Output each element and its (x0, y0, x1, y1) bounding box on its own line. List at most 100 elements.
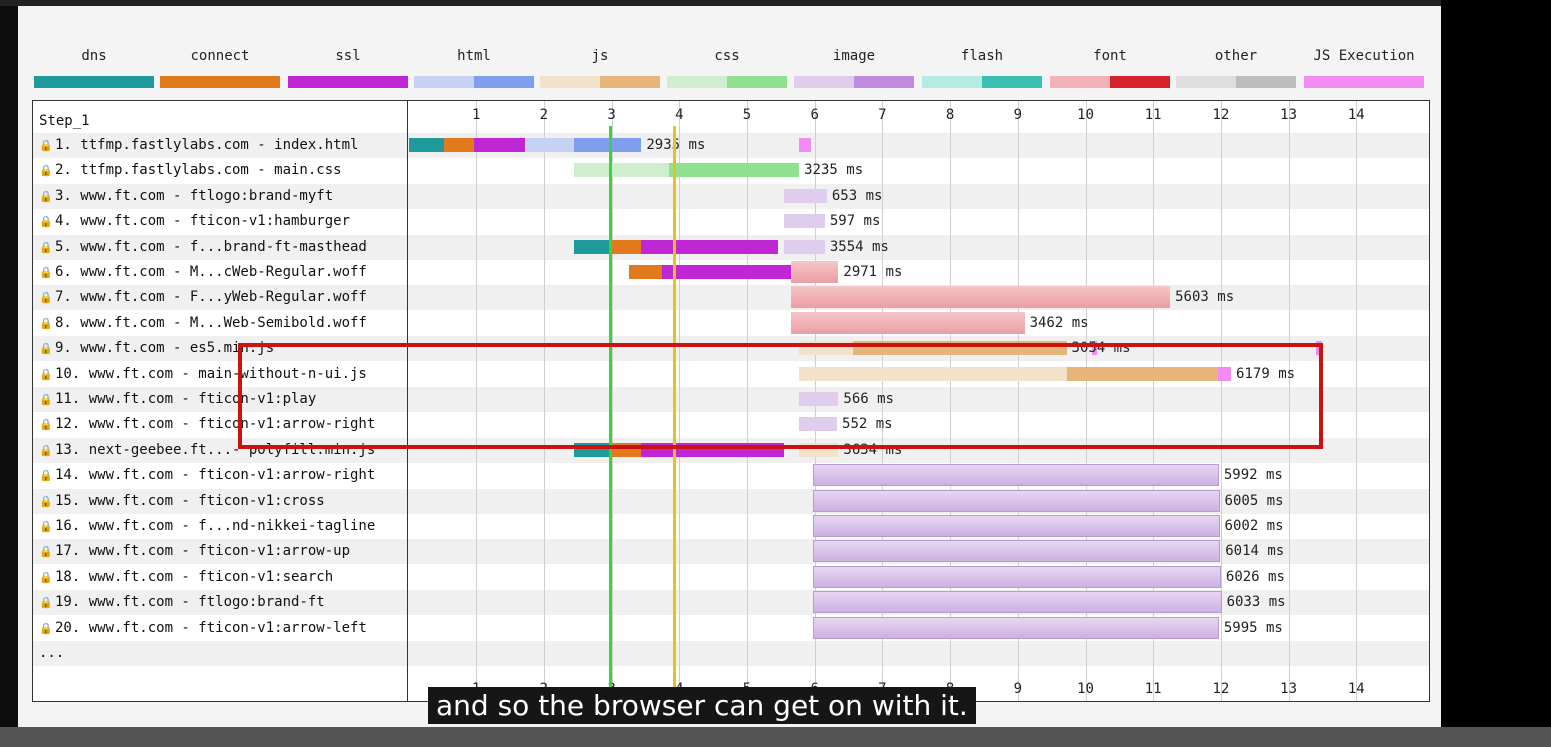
request-duration: 653 ms (831, 187, 883, 204)
request-duration: 3235 ms (804, 162, 864, 179)
lock-icon: 🔒 (39, 291, 53, 305)
axis-tick-top: 10 (1077, 107, 1094, 123)
more-requests[interactable]: ... (39, 641, 64, 666)
request-row-label[interactable]: 🔒 18. www.ft.com - fticon-v1:search (39, 565, 333, 590)
request-row-label[interactable]: 🔒 17. www.ft.com - fticon-v1:arrow-up (39, 539, 350, 564)
request-label-text: 15. www.ft.com - fticon-v1:cross (55, 492, 325, 509)
axis-tick-top: 11 (1144, 107, 1162, 123)
lock-icon: 🔒 (39, 494, 53, 508)
legend-swatch-css (667, 76, 727, 88)
timing-bar-segment (669, 163, 800, 178)
lock-icon: 🔒 (39, 443, 53, 457)
axis-tick-bottom: 9 (1013, 681, 1023, 697)
request-row-label[interactable]: 🔒 2. ttfmp.fastlylabs.com - main.css (39, 158, 342, 183)
request-row-label[interactable]: 🔒 8. www.ft.com - M...Web-Semibold.woff (39, 311, 367, 336)
axis-tick-bottom: 13 (1280, 681, 1298, 697)
legend: dns connect ssl html js css image flash font othe… (18, 6, 1441, 101)
lock-icon: 🔒 (39, 418, 53, 432)
timing-bar-segment (574, 239, 610, 254)
timing-bar-segment (791, 286, 1171, 309)
request-label-text: 16. www.ft.com - f...nd-nikkei-tagline (55, 518, 376, 534)
lock-icon: 🔒 (39, 316, 53, 330)
lock-icon: 🔒 (39, 215, 53, 229)
request-row-label[interactable]: 🔒 6. www.ft.com - M...cWeb-Regular.woff (39, 260, 367, 285)
lock-icon: 🔒 (39, 189, 53, 203)
request-row-label[interactable]: 🔒 4. www.ft.com - fticon-v1:hamburger (39, 209, 350, 234)
legend-swatch-flash (922, 76, 982, 88)
legend-swatch-connect (160, 76, 280, 88)
lock-icon: 🔒 (39, 469, 53, 483)
request-label-text: 4. www.ft.com - fticon-v1:hamburger (55, 213, 351, 230)
request-duration: 2935 ms (646, 137, 706, 153)
timing-bar-segment (812, 489, 1220, 512)
lock-icon: 🔒 (39, 266, 53, 279)
lock-icon: 🔒 (39, 596, 53, 610)
axis-tick-bottom: 14 (1347, 681, 1365, 697)
axis-tick-top: 3 (607, 107, 616, 123)
legend-swatch-ssl (288, 76, 408, 88)
request-duration: 6033 ms (1226, 594, 1286, 611)
request-duration: 597 ms (829, 213, 881, 230)
request-duration: 3554 ms (829, 238, 889, 255)
request-duration: 3462 ms (1029, 314, 1089, 331)
legend-swatch-css (727, 76, 787, 88)
request-row-label[interactable]: 🔒 20. www.ft.com - fticon-v1:arrow-left (39, 616, 367, 641)
request-duration: 6002 ms (1224, 518, 1284, 534)
legend-swatch-image (854, 76, 914, 88)
axis-tick-top: 12 (1212, 107, 1230, 123)
timing-bar-segment (784, 214, 825, 229)
timing-bar-segment (524, 138, 575, 152)
request-label-text: 3. www.ft.com - ftlogo:brand-myft (55, 187, 334, 204)
axis-tick-top: 9 (1013, 107, 1023, 123)
request-row-label[interactable]: 🔒 15. www.ft.com - fticon-v1:cross (39, 489, 325, 514)
request-row-label[interactable]: 🔒 5. www.ft.com - f...brand-ft-masthead (39, 235, 367, 260)
legend-label-connect: connect (190, 48, 250, 64)
request-label-text: 1. ttfmp.fastlylabs.com - index.html (55, 137, 359, 153)
step-label: Step_1 (39, 113, 90, 129)
request-label-text: 8. www.ft.com - M...Web-Semibold.woff (55, 314, 367, 331)
request-duration: 2971 ms (843, 264, 903, 280)
request-row-label[interactable]: 🔒 16. www.ft.com - f...nd-nikkei-tagline (39, 514, 375, 539)
legend-swatch-other (1236, 76, 1296, 88)
legend-swatch-html (414, 76, 474, 88)
request-row-label[interactable]: 🔒 1. ttfmp.fastlylabs.com - index.html (39, 133, 358, 158)
timing-bar-segment (641, 239, 779, 254)
timing-bar-segment (791, 311, 1025, 334)
legend-swatch-js-execution (1304, 76, 1424, 88)
request-label-text: 7. www.ft.com - F...yWeb-Regular.woff (55, 289, 367, 306)
legend-swatch-js (540, 76, 600, 88)
request-duration: 6014 ms (1225, 543, 1285, 560)
legend-label-ssl: ssl (335, 48, 361, 64)
lock-icon: 🔒 (39, 545, 53, 559)
axis-tick-top: 13 (1280, 107, 1298, 123)
axis-tick-top: 14 (1347, 107, 1365, 123)
request-row-label[interactable]: 🔒 7. www.ft.com - F...yWeb-Regular.woff (39, 285, 367, 310)
lock-icon: 🔒 (39, 164, 53, 178)
request-duration: 5603 ms (1175, 289, 1235, 306)
axis-tick-top: 4 (675, 107, 684, 123)
legend-swatch-font (1050, 76, 1110, 88)
request-row-label[interactable]: 🔒 19. www.ft.com - ftlogo:brand-ft (39, 590, 325, 615)
timing-bar-segment (812, 616, 1219, 639)
axis-tick-top: 5 (742, 107, 752, 123)
timing-bar-segment (784, 239, 825, 254)
timing-bar-segment (812, 540, 1221, 563)
grid-line (1356, 101, 1358, 701)
timing-bar-segment (812, 591, 1222, 614)
legend-label-dns: dns (81, 48, 107, 64)
legend-label-css: css (714, 48, 740, 64)
axis-tick-top: 6 (810, 107, 819, 123)
request-row-label[interactable]: 🔒 14. www.ft.com - fticon-v1:arrow-right (39, 463, 375, 488)
request-label-text: 6. www.ft.com - M...cWeb-Regular.woff (55, 264, 367, 280)
legend-label-html: html (457, 48, 491, 64)
legend-label-other: other (1214, 48, 1258, 64)
timing-bar-segment (799, 138, 811, 152)
request-row-label[interactable]: 🔒 3. www.ft.com - ftlogo:brand-myft (39, 184, 333, 209)
legend-label-font: font (1093, 48, 1127, 64)
waterfall-chart: Step_1 🔒 1. ttfmp.fastlylabs.com - index.… (32, 100, 1430, 702)
lock-icon: 🔒 (39, 342, 53, 356)
timing-bar-segment (628, 265, 663, 279)
legend-swatch-image (794, 76, 854, 88)
legend-swatch-font (1110, 76, 1170, 88)
timing-bar-segment (443, 138, 475, 152)
